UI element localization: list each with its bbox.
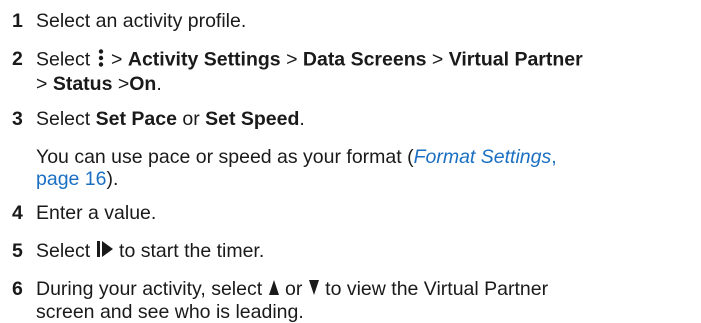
step-number: 3	[12, 108, 23, 130]
step-text: Select Set Pace or Set Speed.	[36, 108, 305, 130]
step-text: Select an activity profile.	[36, 10, 247, 32]
step-text: Select > Activity Settings > Data Screen…	[36, 48, 583, 95]
step-text: Select to start the timer.	[36, 240, 265, 263]
down-arrow-icon	[308, 279, 320, 301]
step-number: 6	[12, 278, 23, 300]
menu-item-on: On	[129, 73, 157, 95]
menu-item-virtual-partner: Virtual Partner	[448, 48, 583, 71]
note-paragraph: You can use pace or speed as your format…	[36, 146, 557, 190]
step-number: 2	[12, 48, 23, 70]
page-reference-link[interactable]: page 16	[36, 168, 107, 190]
step-text: During your activity, select or to view …	[36, 278, 549, 323]
option-set-pace: Set Pace	[95, 108, 177, 130]
menu-item-status: Status	[52, 73, 113, 95]
up-arrow-icon	[268, 279, 280, 301]
step-number: 4	[12, 202, 23, 224]
start-stop-icon	[96, 240, 114, 263]
format-settings-link[interactable]: Format Settings,	[414, 146, 557, 168]
instruction-list: 1 Select an activity profile. 2 Select >…	[0, 0, 701, 323]
step-text: Enter a value.	[36, 202, 157, 224]
menu-item-activity-settings: Activity Settings	[127, 48, 281, 71]
vertical-dots-menu-icon	[96, 48, 106, 73]
option-set-speed: Set Speed	[205, 108, 300, 130]
step-number: 5	[12, 240, 23, 262]
menu-item-data-screens: Data Screens	[302, 48, 427, 71]
step-number: 1	[12, 10, 23, 32]
